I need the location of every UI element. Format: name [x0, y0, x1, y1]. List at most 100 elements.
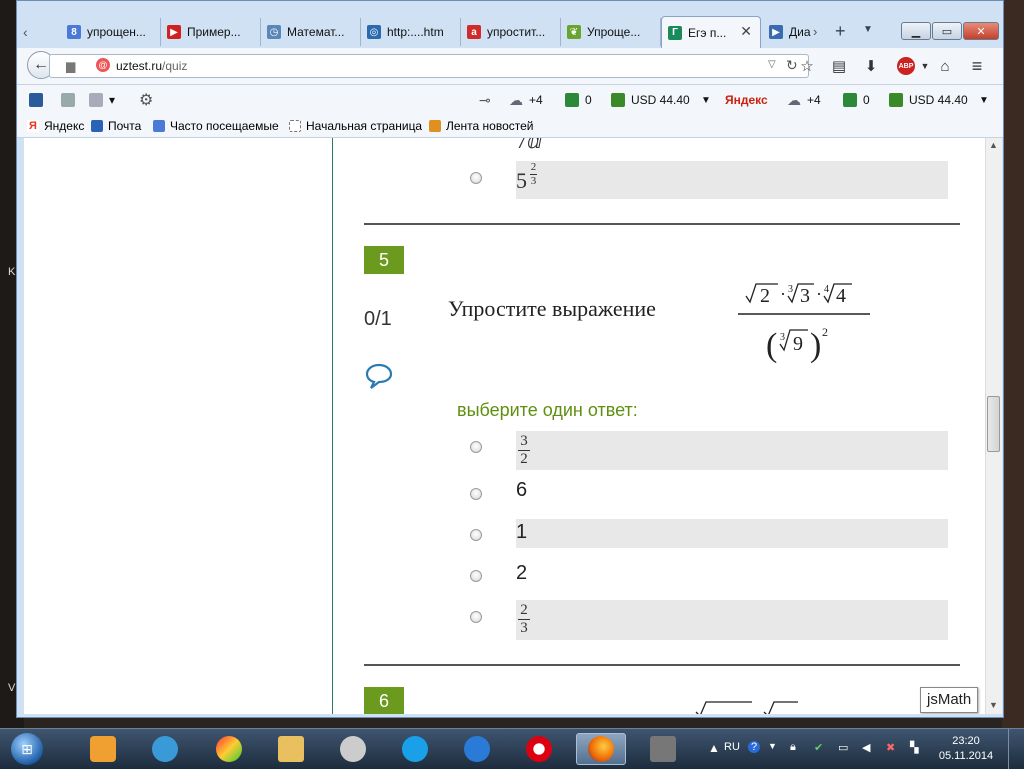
prev-exp-den: 3: [530, 175, 537, 187]
jsmath-button[interactable]: jsMath: [920, 687, 979, 713]
new-tab-icon[interactable]: +: [835, 21, 846, 42]
tray-check-icon[interactable]: ✔: [814, 741, 823, 754]
cloud-mail-icon[interactable]: ▾: [89, 91, 115, 109]
skype-icon: [402, 736, 428, 762]
tab-scroll-left-icon[interactable]: ‹: [23, 24, 28, 40]
scroll-down-icon[interactable]: ▼: [989, 700, 998, 710]
rss-icon: [429, 120, 441, 132]
weather-widget[interactable]: ☁ +4: [509, 91, 543, 109]
option-5-fraction: 2 3: [518, 603, 530, 636]
page-scrollbar[interactable]: ▲ ▼: [985, 138, 1002, 714]
taskbar-app-2[interactable]: [140, 733, 190, 765]
menu-icon[interactable]: ≡: [967, 56, 987, 76]
svg-text:3: 3: [788, 284, 793, 295]
reload-icon[interactable]: ↻: [786, 57, 798, 74]
tab-2[interactable]: ◷ Математ...: [261, 18, 361, 46]
tab-list-icon[interactable]: ▼: [863, 24, 873, 35]
bookmark-label: Часто посещаемые: [170, 119, 279, 133]
volume-icon[interactable]: ◀︎: [862, 741, 870, 754]
help-icon[interactable]: ?: [748, 741, 760, 753]
taskbar-skype[interactable]: [390, 733, 440, 765]
bookmark-mail[interactable]: Почта: [91, 118, 141, 134]
tab-5[interactable]: ❦ Упроще...: [561, 18, 661, 46]
key-icon[interactable]: ⊸: [479, 91, 491, 109]
adblock-menu-icon[interactable]: ▼: [915, 56, 935, 76]
network-icon[interactable]: ✖: [886, 741, 895, 754]
tab-scroll-right-icon[interactable]: ›: [813, 24, 817, 39]
radio-option-5[interactable]: [470, 611, 482, 623]
currency-dropdown-icon-2[interactable]: ▼: [979, 91, 989, 109]
radio-option-2[interactable]: [470, 488, 482, 500]
taskbar-explorer[interactable]: [266, 733, 316, 765]
radio-option-4[interactable]: [470, 570, 482, 582]
tray-expand-icon[interactable]: ▲: [708, 741, 720, 755]
maximize-button[interactable]: ▭: [932, 22, 962, 40]
reading-list-icon[interactable]: ▤: [829, 56, 849, 76]
scrollbar-thumb[interactable]: [987, 396, 1000, 452]
question-6-number-badge: 6: [364, 687, 404, 714]
desktop-glyph-v: V: [8, 682, 16, 694]
close-tab-icon[interactable]: ✕: [740, 23, 752, 40]
folder-icon: [278, 736, 304, 762]
tray-lock-icon[interactable]: 🔒︎: [790, 741, 796, 754]
taskbar-app-5[interactable]: [328, 733, 378, 765]
mail-check-icon[interactable]: [61, 91, 81, 109]
bookmark-star-icon[interactable]: ☆: [797, 56, 817, 76]
comment-bubble-icon[interactable]: [364, 362, 394, 393]
close-window-button[interactable]: ✕: [963, 22, 999, 40]
radio-option-1[interactable]: [470, 441, 482, 453]
q6-math-fragment-icon: [694, 698, 804, 714]
traffic-widget-2[interactable]: 0: [843, 91, 870, 109]
addon-p-icon[interactable]: [29, 91, 49, 109]
home-icon[interactable]: ⌂: [935, 56, 955, 76]
svg-text:·: ·: [780, 284, 786, 304]
clock-time: 23:20: [952, 735, 980, 747]
svg-text:3: 3: [800, 285, 810, 307]
yandex-logo[interactable]: Яндекс: [725, 91, 768, 109]
clock-icon: ◷: [267, 25, 281, 39]
weather-widget-2[interactable]: ☁ +4: [787, 91, 821, 109]
tray-device-icon[interactable]: ▭: [838, 741, 848, 754]
traffic-count-2: 0: [863, 93, 870, 107]
left-column-divider: [332, 138, 333, 714]
radio-option-3[interactable]: [470, 529, 482, 541]
taskbar-app-3[interactable]: [204, 733, 254, 765]
clock[interactable]: 23:20 05.11.2014: [936, 734, 996, 764]
download-icon[interactable]: ⬇: [861, 56, 881, 76]
show-desktop-button[interactable]: [1008, 729, 1023, 769]
traffic-widget[interactable]: 0: [565, 91, 592, 109]
url-dropdown-icon[interactable]: ▽: [768, 59, 776, 70]
prev-exp-num: 2: [530, 161, 537, 173]
tab-0[interactable]: 8 упрощен...: [61, 18, 161, 46]
bookmark-most-visited[interactable]: Часто посещаемые: [153, 118, 279, 134]
tab-3[interactable]: ◎ http:....htm: [361, 18, 461, 46]
tab-7[interactable]: ▶ Диа: [763, 18, 813, 46]
taskbar-opera[interactable]: [514, 733, 564, 765]
page-info-icon[interactable]: ▆: [66, 59, 75, 73]
bookmark-yandex[interactable]: Я Яндекс: [27, 118, 84, 134]
currency-widget-2[interactable]: USD 44.40: [889, 91, 968, 109]
option-1-den: 2: [520, 451, 528, 467]
tab-6-active[interactable]: Г Егэ п... ✕: [661, 16, 761, 48]
scroll-up-icon[interactable]: ▲: [989, 140, 998, 150]
bookmark-start-page[interactable]: Начальная страница: [289, 118, 422, 134]
taskbar-app-10[interactable]: [638, 733, 688, 765]
minimize-button[interactable]: ▁: [901, 22, 931, 40]
desktop-right-edge: [1002, 0, 1024, 728]
settings-gear-icon[interactable]: ⚙: [139, 91, 153, 109]
tray-flag-icon[interactable]: ▚: [910, 741, 918, 754]
start-button[interactable]: ⊞: [4, 729, 50, 769]
currency-dropdown-icon[interactable]: ▼: [701, 91, 711, 109]
tab-4[interactable]: a упростит...: [461, 18, 561, 46]
tab-1[interactable]: ▶ Пример...: [161, 18, 261, 46]
language-indicator[interactable]: RU: [724, 741, 740, 753]
tray-dropdown-icon[interactable]: ▼: [768, 741, 777, 751]
taskbar-media-play[interactable]: [452, 733, 502, 765]
radio-prev-option[interactable]: [470, 172, 482, 184]
url-bar[interactable]: ▆ @ uztest.ru/quiz ▽ ↻: [49, 54, 809, 78]
adblock-icon[interactable]: ABP: [897, 57, 915, 75]
currency-widget[interactable]: USD 44.40: [611, 91, 690, 109]
bookmark-news-feed[interactable]: Лента новостей: [429, 118, 534, 134]
taskbar-firefox[interactable]: [576, 733, 626, 765]
taskbar-media-app[interactable]: [78, 733, 128, 765]
